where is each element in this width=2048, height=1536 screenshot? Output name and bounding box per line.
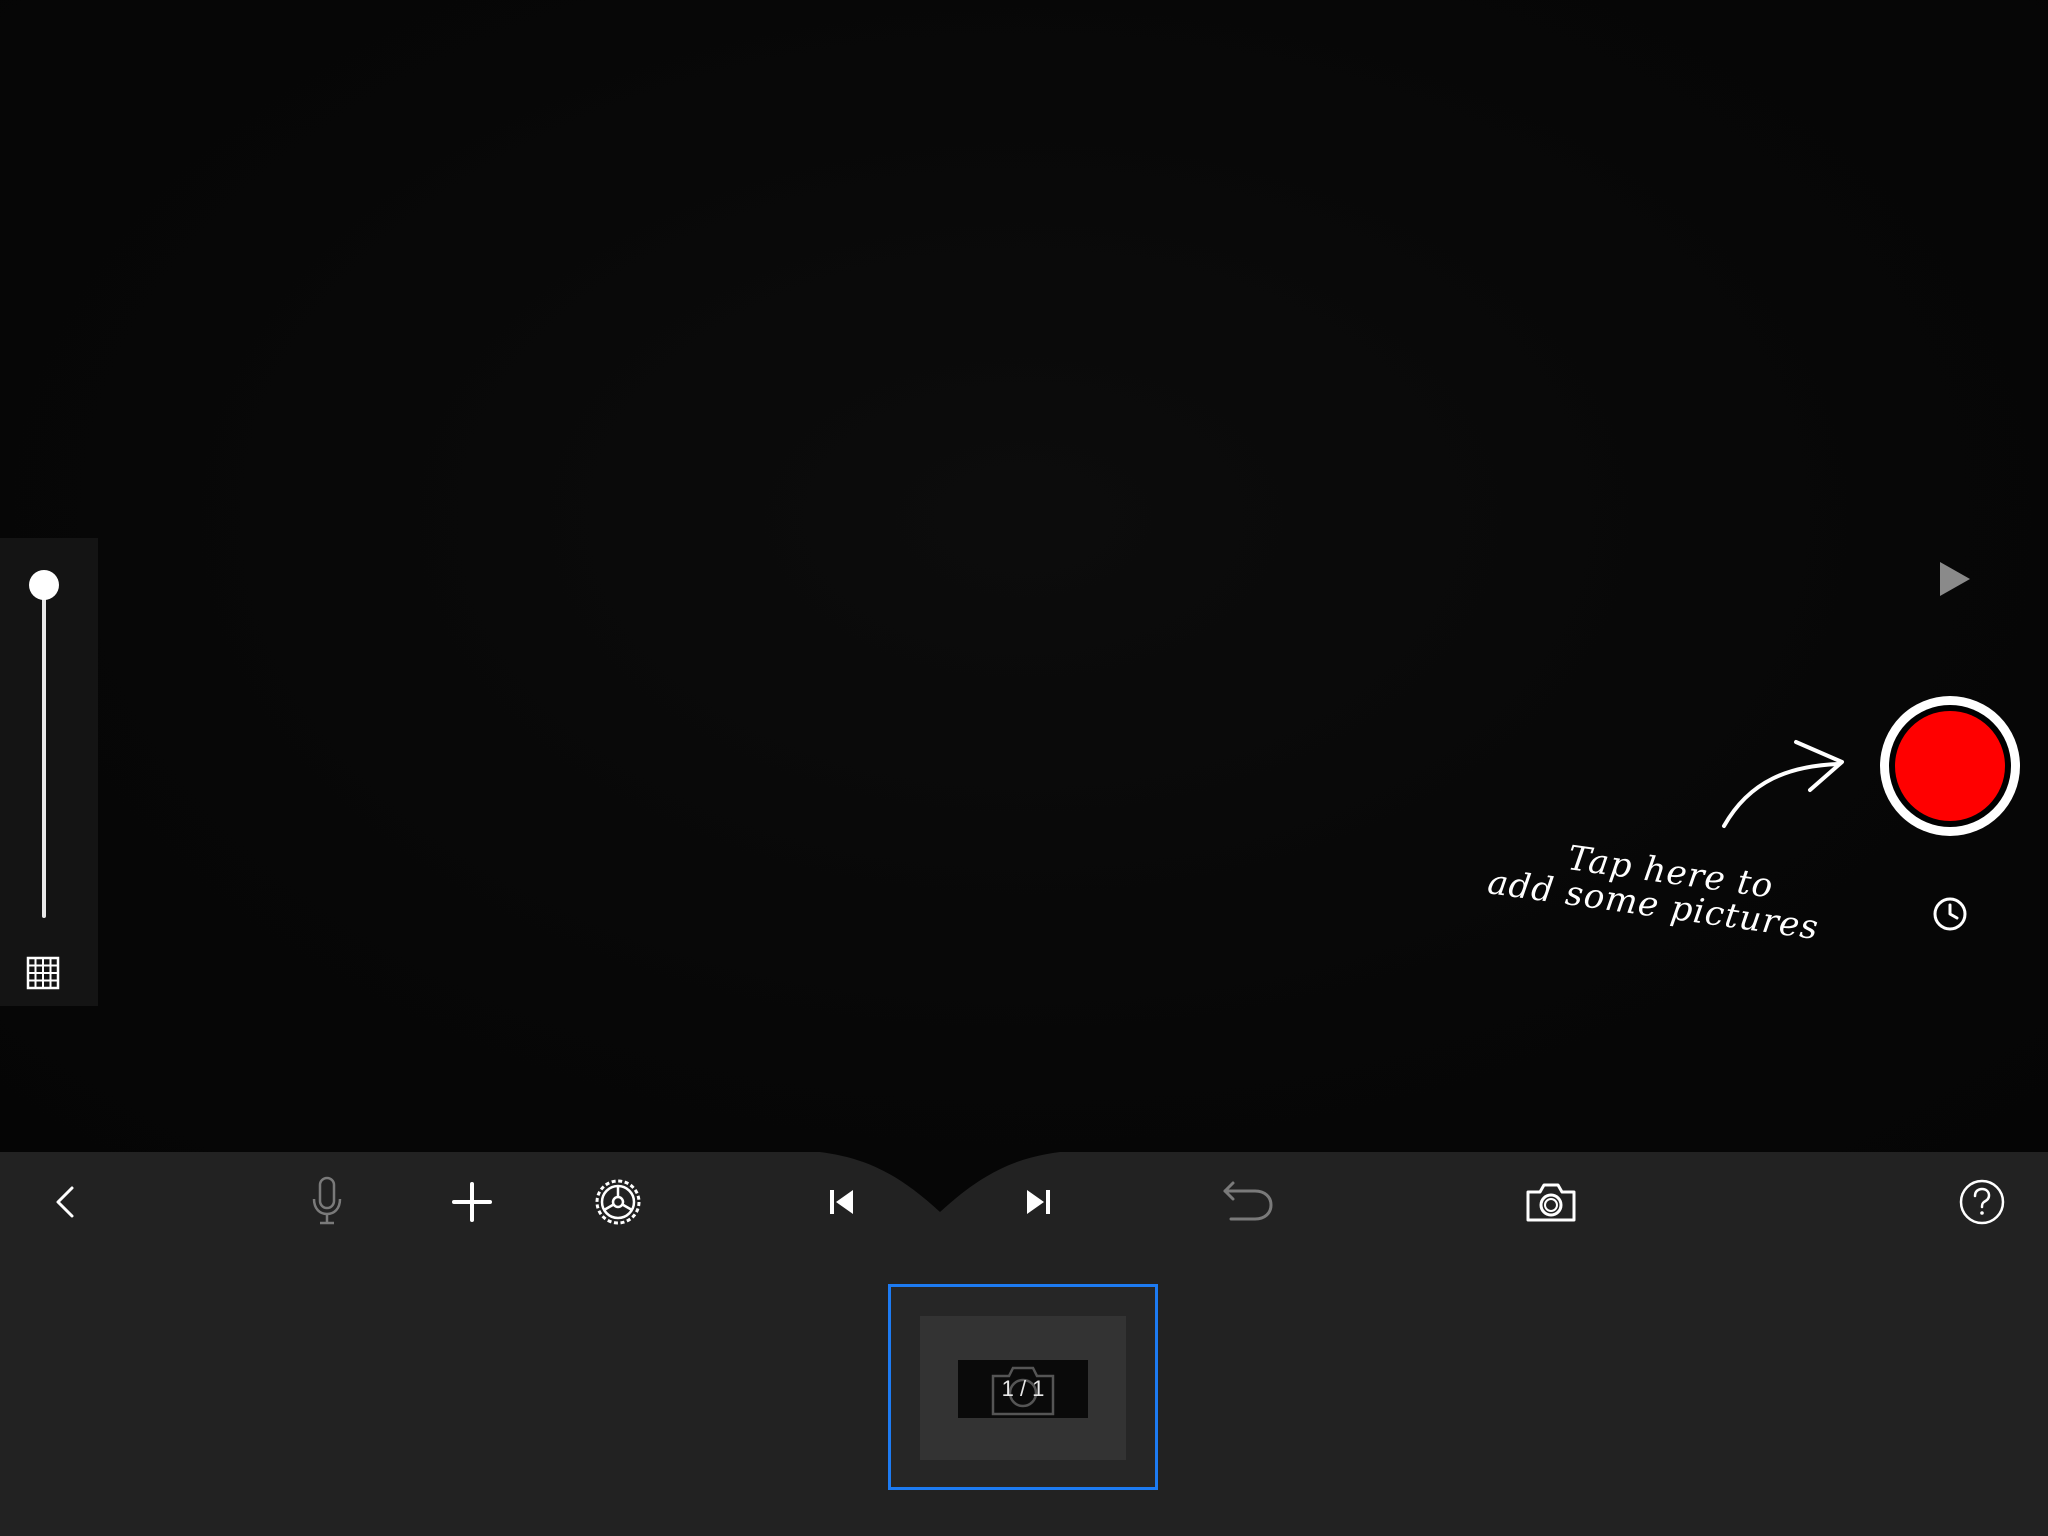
gear-icon — [595, 1179, 641, 1225]
frame-counter: 1 / 1 — [1001, 1376, 1045, 1401]
grid-icon[interactable] — [26, 956, 60, 990]
camera-button[interactable] — [1521, 1172, 1581, 1232]
add-button[interactable] — [442, 1172, 502, 1232]
previous-frame-button[interactable] — [812, 1172, 872, 1232]
settings-button[interactable] — [588, 1172, 648, 1232]
plus-icon — [452, 1182, 492, 1222]
play-icon — [1940, 562, 1970, 596]
chevron-left-icon — [56, 1186, 74, 1218]
record-button[interactable] — [1880, 696, 2020, 836]
skip-forward-icon — [1027, 1190, 1050, 1214]
record-icon — [1895, 711, 2005, 821]
frame-placeholder: 1 / 1 — [920, 1316, 1126, 1460]
zoom-slider-track[interactable] — [42, 586, 46, 918]
camera-viewport[interactable] — [0, 0, 2048, 1152]
frame-thumbnail[interactable]: 1 / 1 — [888, 1284, 1158, 1490]
undo-button[interactable] — [1216, 1172, 1276, 1232]
zoom-slider-panel — [0, 538, 98, 1006]
camera-icon — [1526, 1183, 1576, 1222]
undo-icon — [1223, 1181, 1273, 1221]
microphone-button[interactable] — [297, 1172, 357, 1232]
next-frame-button[interactable] — [1008, 1172, 1068, 1232]
help-icon — [1959, 1179, 2005, 1225]
help-button[interactable] — [1952, 1172, 2012, 1232]
back-button[interactable] — [36, 1172, 96, 1232]
play-button[interactable] — [1934, 558, 1974, 600]
zoom-slider-knob[interactable] — [29, 570, 59, 600]
microphone-icon — [312, 1176, 342, 1225]
hint-arrow-icon — [1722, 740, 1844, 828]
clock-icon[interactable] — [1930, 894, 1970, 934]
skip-back-icon — [830, 1190, 853, 1214]
stop-motion-app: Tap here to add some pictures 1 / 1 — [0, 0, 2048, 1536]
frame-camera-box: 1 / 1 — [958, 1360, 1088, 1418]
